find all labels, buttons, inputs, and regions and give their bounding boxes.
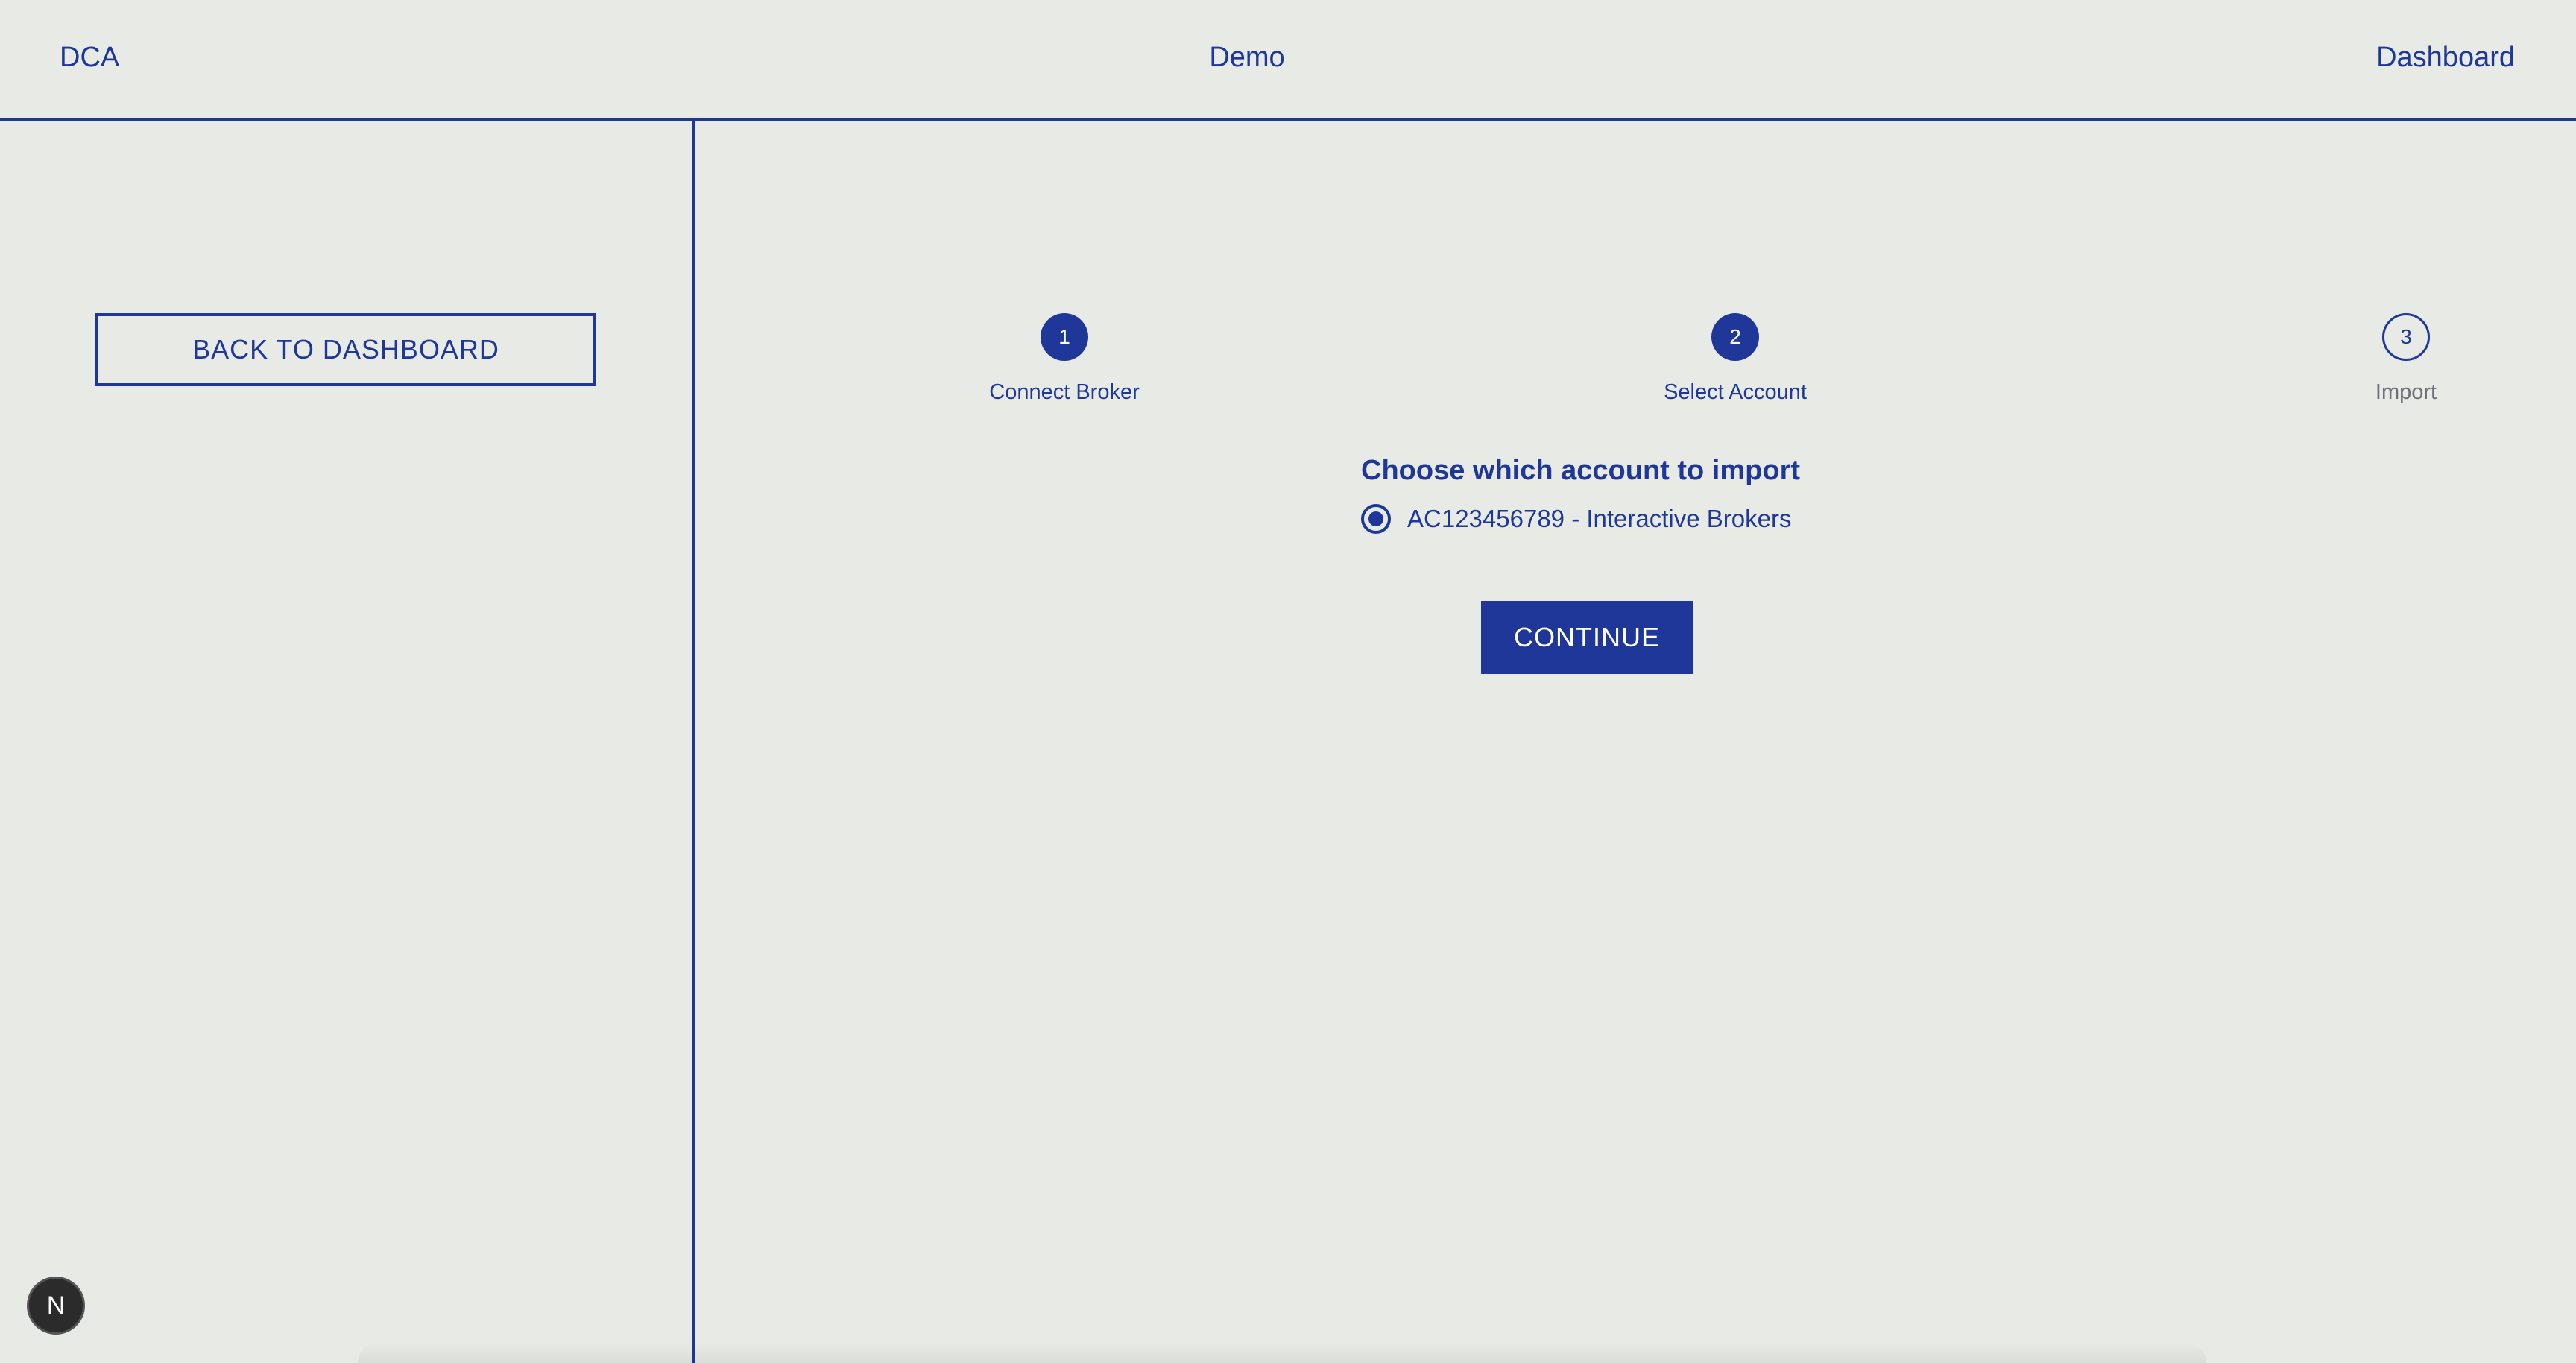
top-navigation-bar: DCA Demo Dashboard	[0, 0, 2576, 121]
sidebar: BACK TO DASHBOARD	[0, 121, 695, 1363]
continue-button[interactable]: CONTINUE	[1481, 601, 1693, 674]
radio-selected-dot	[1368, 511, 1383, 526]
account-option[interactable]: AC123456789 - Interactive Brokers	[1361, 504, 1791, 534]
import-wizard: 1 Connect Broker 2 Select Account 3 Impo…	[695, 121, 2576, 1363]
step-2-indicator: 2	[1711, 313, 1759, 361]
back-to-dashboard-button[interactable]: BACK TO DASHBOARD	[95, 313, 596, 386]
step-2-label: Select Account	[1664, 380, 1807, 404]
step-3-label: Import	[2375, 380, 2437, 404]
radio-button[interactable]	[1361, 504, 1391, 534]
step-3-indicator: 3	[2382, 313, 2430, 361]
nextjs-dev-badge-icon[interactable]: N	[27, 1277, 85, 1335]
bottom-edge-shadow	[358, 1342, 2206, 1363]
step-connect-broker: 1 Connect Broker	[915, 313, 1213, 405]
step-1-indicator: 1	[1041, 313, 1088, 361]
dashboard-nav-link[interactable]: Dashboard	[2376, 42, 2515, 74]
step-1-label: Connect Broker	[989, 380, 1140, 404]
choose-account-heading: Choose which account to import	[1361, 455, 1801, 486]
account-option-label: AC123456789 - Interactive Brokers	[1407, 505, 1792, 532]
step-select-account: 2 Select Account	[1586, 313, 1884, 405]
step-import: 3 Import	[2257, 313, 2555, 405]
page-title: Demo	[1209, 42, 1285, 73]
